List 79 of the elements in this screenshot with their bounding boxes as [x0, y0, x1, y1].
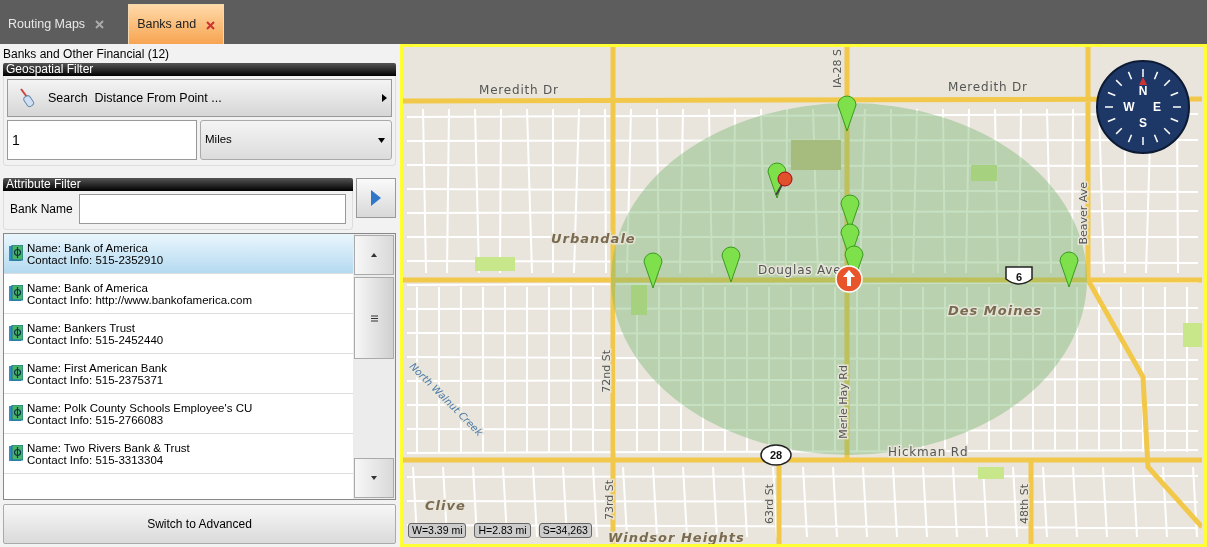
close-icon[interactable] — [95, 20, 105, 30]
contact-info: Contact Info: 515-2375371 — [27, 373, 165, 386]
street-label: Meredith Dr — [948, 80, 1028, 94]
street-label: 63rd St — [763, 484, 776, 525]
result-item[interactable]: Name: Bankers Trust Contact Info: 515-2452440 — [4, 314, 353, 354]
compass-drawing: N E S W — [1096, 60, 1190, 154]
street-label: 73rd St — [603, 480, 616, 521]
scroll-down-button[interactable] — [354, 458, 394, 498]
bank-name: Name: First American Bank — [27, 361, 167, 374]
result-item[interactable]: Name: First American Bank Contact Info: 515-2375371 — [4, 354, 353, 394]
park-area — [1183, 323, 1202, 347]
result-item[interactable]: Name: Two Rivers Bank & Trust Contact Info: 515-3313304 — [4, 434, 353, 474]
submenu-arrow-icon — [382, 94, 387, 103]
map-pin-icon — [837, 95, 857, 132]
scrollbar[interactable] — [353, 234, 395, 499]
street-label: Douglas Ave — [758, 263, 842, 277]
route-shield: 6 — [1005, 266, 1033, 285]
bank-icon — [9, 405, 23, 422]
bank-name: Name: Polk County Schools Employee's CU — [27, 401, 253, 414]
bank-icon — [9, 285, 23, 302]
bank-icon — [9, 445, 23, 462]
scale-readout: W=3.39 mi — [408, 523, 467, 538]
down-arrow-icon — [371, 476, 377, 480]
bank-name: Name: Two Rivers Bank & Trust — [27, 441, 190, 454]
street-label: Beaver Ave — [1077, 182, 1090, 245]
bank-name-field[interactable] — [78, 194, 346, 224]
tab[interactable]: Banks and — [128, 4, 225, 44]
bank-name: Name: Bank of America — [27, 241, 149, 254]
tab-label[interactable]: Banks and — [137, 15, 197, 34]
park-area — [978, 467, 1004, 479]
result-item[interactable]: Name: Bank of America Contact Info: http://www.bankofamerica.com — [4, 274, 353, 314]
map-pin-icon — [1059, 251, 1079, 288]
street-label: Hickman Rd — [888, 445, 969, 459]
route-shield: 28 — [760, 444, 792, 466]
result-item[interactable]: Name: Bank of America Contact Info: 515-2352910 — [4, 234, 353, 274]
caret-icon — [378, 138, 385, 144]
tab-label[interactable]: Routing Maps — [8, 14, 86, 34]
distance-field[interactable]: 1 — [7, 120, 197, 160]
scroll-thumb[interactable] — [354, 277, 394, 359]
section-header: Geospatial Filter — [3, 63, 396, 76]
street-label: IA-28 S — [831, 49, 844, 88]
place-label: Clive — [425, 498, 466, 513]
campus-area — [791, 140, 841, 170]
place-label: Des Moines — [948, 303, 1042, 318]
result-item[interactable]: Name: Polk County Schools Employee's CU Contact Info: 515-2766083 — [4, 394, 353, 434]
section-header: Attribute Filter — [3, 178, 353, 191]
scroll-up-button[interactable] — [354, 235, 394, 275]
contact-info: Contact Info: 515-3313304 — [27, 453, 165, 466]
park-area — [631, 285, 647, 315]
map-pin-icon — [643, 252, 663, 289]
street-label: Merle Hay Rd — [837, 365, 850, 439]
bank-icon — [9, 245, 23, 262]
play-icon — [371, 190, 381, 206]
contact-info: Contact Info: http://www.bankofamerica.com — [27, 293, 252, 306]
scale-readout: S=34,263 — [538, 523, 592, 538]
bank-name: Name: Bankers Trust — [27, 321, 136, 334]
tab[interactable]: Routing Maps — [0, 4, 113, 44]
switch-button[interactable]: Switch to Advanced — [3, 504, 396, 544]
contact-info: Contact Info: 515-2766083 — [27, 413, 165, 426]
scale-readout: H=2.83 mi — [474, 523, 531, 538]
street-label: 72nd St — [600, 350, 613, 393]
run-button[interactable] — [356, 178, 396, 218]
field-label: Bank Name — [10, 201, 73, 218]
search-button[interactable]: Search Distance From Point ... — [7, 79, 392, 117]
close-icon[interactable] — [206, 20, 216, 30]
street-label: 48th St — [1018, 484, 1031, 525]
street-label: Meredith Dr — [479, 83, 559, 97]
contact-info: Contact Info: 515-2352910 — [27, 253, 164, 266]
unit-dropdown[interactable]: Miles — [200, 120, 392, 160]
bank-name: Name: Bank of America — [27, 281, 149, 294]
contact-info: Contact Info: 515-2452440 — [27, 333, 164, 346]
park-area — [971, 165, 997, 181]
up-arrow-icon — [371, 253, 377, 257]
bank-icon — [9, 325, 23, 342]
bank-icon — [9, 365, 23, 382]
panel-title: Banks and Other Financial (12) — [3, 46, 171, 63]
park-area — [475, 257, 515, 271]
pushpin-icon — [775, 171, 793, 196]
map-pin-icon — [721, 246, 741, 283]
